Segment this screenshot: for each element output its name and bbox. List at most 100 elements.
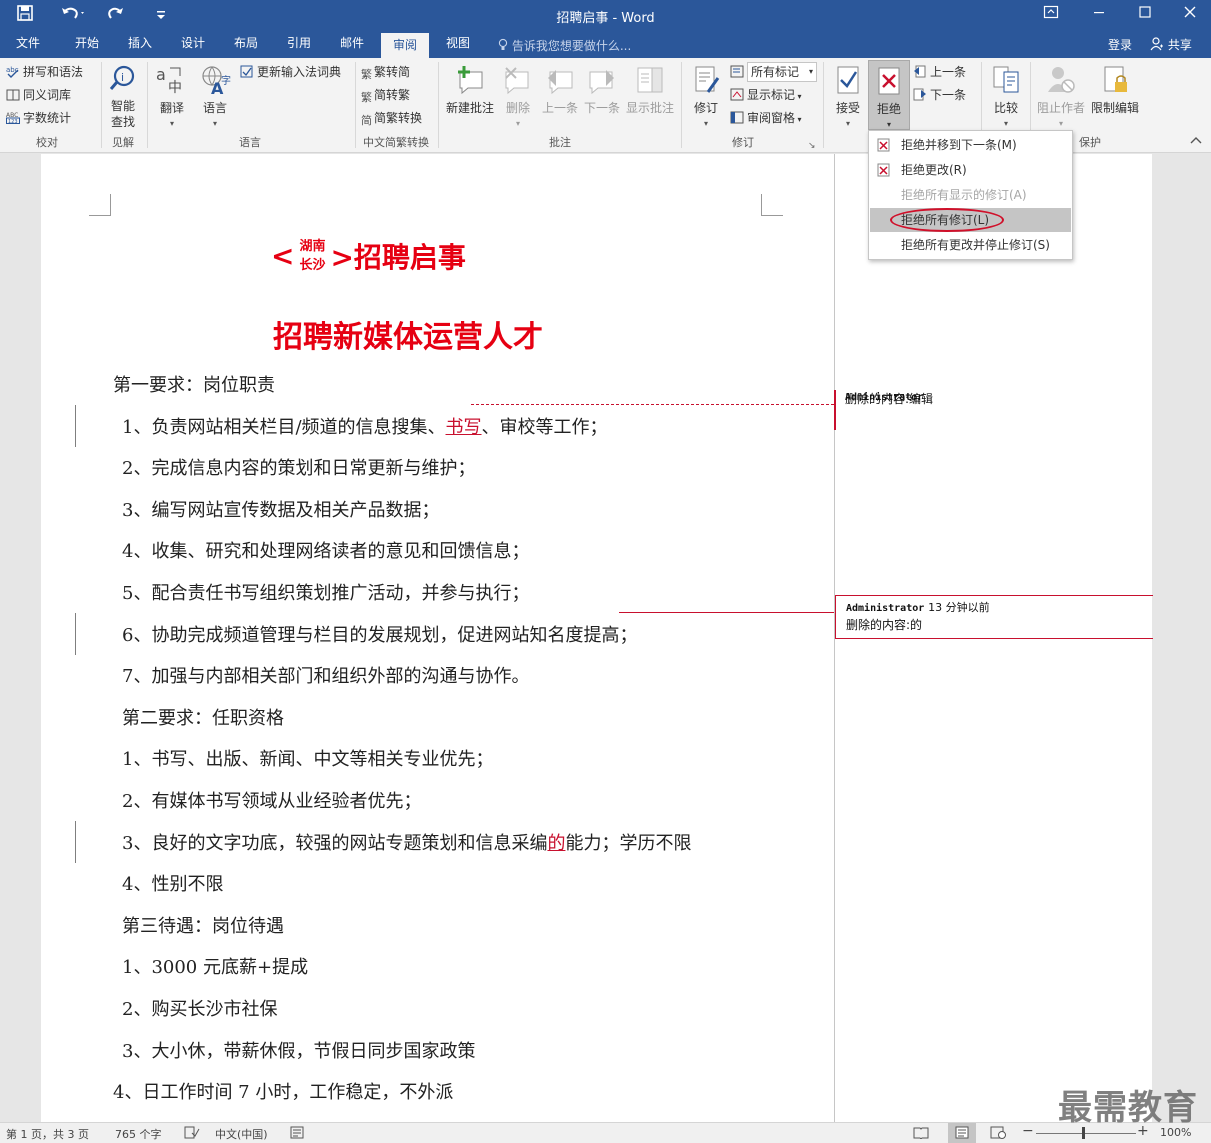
reviewing-pane-button[interactable]: 审阅窗格 ▾ bbox=[730, 110, 802, 128]
body-line[interactable]: 4、性别不限 bbox=[122, 873, 223, 897]
next-change-button[interactable]: 下一条 bbox=[913, 87, 966, 103]
compare-label: 比较 bbox=[993, 101, 1018, 115]
update-ime-dictionary-button[interactable]: 更新输入法词典 bbox=[240, 64, 341, 80]
markup-display-select[interactable]: 所有标记 ▾ bbox=[730, 62, 817, 82]
traditional-to-simplified-button[interactable]: 繁繁转简 bbox=[361, 64, 410, 81]
language-button[interactable]: A字 语言 ▾ bbox=[196, 64, 234, 132]
body-line[interactable]: 3、大小休，带薪休假，节假日同步国家政策 bbox=[122, 1040, 475, 1064]
zoom-slider-track[interactable] bbox=[1036, 1133, 1136, 1134]
block-authors-button[interactable]: 阻止作者 ▾ bbox=[1036, 64, 1086, 132]
word-count[interactable]: 765 个字 bbox=[115, 1126, 162, 1142]
web-layout-icon[interactable] bbox=[990, 1126, 1006, 1142]
minimize-icon[interactable] bbox=[1091, 4, 1107, 26]
tab-home[interactable]: 开始 bbox=[75, 36, 99, 58]
smart-lookup-button[interactable]: i 智能 查找 bbox=[105, 64, 141, 132]
collapse-ribbon-icon[interactable] bbox=[1190, 134, 1202, 150]
chinese-conversion-button[interactable]: 简简繁转换 bbox=[361, 110, 422, 127]
print-layout-icon[interactable] bbox=[948, 1123, 976, 1143]
track-dropdown-icon[interactable]: ▾ bbox=[688, 116, 724, 132]
menu-reject-all-stop-tracking[interactable]: 拒绝所有更改并停止修订(S) bbox=[870, 233, 1071, 257]
page-count[interactable]: 第 1 页，共 3 页 bbox=[6, 1126, 89, 1142]
close-icon[interactable] bbox=[1182, 4, 1198, 26]
menu-reject-and-move-next[interactable]: 拒绝并移到下一条(M) bbox=[870, 133, 1071, 157]
body-line[interactable]: 1、3000 元底薪+提成 bbox=[122, 956, 308, 980]
body-line[interactable]: 第一要求：岗位职责 bbox=[113, 374, 275, 398]
previous-comment-button[interactable]: 上一条 bbox=[540, 64, 580, 116]
word-count-button[interactable]: ABC 123 字数统计 bbox=[6, 110, 71, 126]
menu-label: 拒绝并移到下一条(M) bbox=[901, 138, 1017, 152]
body-line[interactable]: 第二要求：任职资格 bbox=[122, 707, 284, 731]
sign-in-link[interactable]: 登录 bbox=[1108, 36, 1132, 53]
share-button[interactable]: 共享 bbox=[1150, 36, 1192, 53]
delete-dropdown-icon[interactable]: ▾ bbox=[500, 116, 536, 132]
body-line[interactable]: 2、购买长沙市社保 bbox=[122, 998, 277, 1022]
tab-mailings[interactable]: 邮件 bbox=[340, 36, 364, 58]
language-dropdown-icon[interactable]: ▾ bbox=[196, 116, 234, 132]
proofing-status-icon[interactable] bbox=[184, 1126, 200, 1142]
language-status[interactable]: 中文(中国) bbox=[215, 1126, 268, 1142]
menu-reject-all-changes[interactable]: 拒绝所有修订(L) bbox=[870, 208, 1071, 232]
tab-view[interactable]: 视图 bbox=[446, 36, 470, 58]
next-comment-button[interactable]: 下一条 bbox=[582, 64, 622, 116]
translate-button[interactable]: a中 翻译 ▾ bbox=[153, 64, 191, 132]
body-line[interactable]: 1、书写、出版、新闻、中文等相关专业优先； bbox=[122, 748, 493, 772]
compare-button[interactable]: 比较 ▾ bbox=[988, 64, 1024, 132]
menu-reject-change[interactable]: 拒绝更改(R) bbox=[870, 158, 1071, 182]
group-chinese-label: 中文简繁转换 bbox=[363, 136, 429, 149]
read-mode-icon[interactable] bbox=[913, 1126, 929, 1142]
track-changes-button[interactable]: 修订 ▾ bbox=[688, 64, 724, 132]
new-comment-button[interactable]: 新建批注 bbox=[444, 64, 496, 116]
accept-button[interactable]: 接受 ▾ bbox=[830, 64, 866, 132]
body-line[interactable]: 3、良好的文字功底，较强的网站专题策划和信息采编的能力；学历不限 bbox=[122, 832, 691, 856]
show-markup-button[interactable]: 显示标记 ▾ bbox=[730, 87, 802, 105]
simplified-to-traditional-button[interactable]: 繁简转繁 bbox=[361, 87, 410, 104]
tab-layout[interactable]: 布局 bbox=[234, 36, 258, 58]
document-subtitle[interactable]: 招聘新媒体运营人才 bbox=[273, 312, 543, 356]
update-ime-label: 更新输入法词典 bbox=[257, 65, 342, 79]
show-comments-button[interactable]: 显示批注 bbox=[624, 64, 676, 116]
translate-label: 翻译 bbox=[159, 101, 184, 115]
inserted-text[interactable]: 书写 bbox=[446, 417, 482, 438]
spelling-grammar-button[interactable]: abc 拼写和语法 bbox=[6, 64, 83, 80]
body-line[interactable]: 4、日工作时间 7 小时，工作稳定，不外派 bbox=[113, 1081, 453, 1105]
macro-record-icon[interactable] bbox=[290, 1126, 304, 1142]
tab-insert[interactable]: 插入 bbox=[128, 36, 152, 58]
body-line[interactable]: 6、协助完成频道管理与栏目的发展规划，促进网站知名度提高； bbox=[122, 624, 637, 648]
next-change-label: 下一条 bbox=[930, 88, 967, 102]
thesaurus-button[interactable]: 同义词库 bbox=[6, 87, 71, 103]
reject-button[interactable]: 拒绝 ▾ bbox=[868, 60, 910, 130]
tab-references[interactable]: 引用 bbox=[287, 36, 311, 58]
maximize-icon[interactable] bbox=[1137, 4, 1153, 26]
balloon-connector bbox=[471, 404, 834, 405]
body-line[interactable]: 4、收集、研究和处理网络读者的意见和回馈信息； bbox=[122, 540, 529, 564]
ribbon-display-options-icon[interactable] bbox=[1043, 4, 1059, 26]
body-line[interactable]: 5、配合责任书写组织策划推广活动，并参与执行； bbox=[122, 582, 529, 606]
group-separator bbox=[355, 62, 356, 148]
restrict-editing-button[interactable]: 限制编辑 bbox=[1089, 64, 1141, 116]
body-line[interactable]: 第三待遇：岗位待遇 bbox=[122, 915, 284, 939]
reviewing-pane-label: 审阅窗格 bbox=[747, 111, 796, 125]
body-line[interactable]: 7、加强与内部相关部门和组织外部的沟通与协作。 bbox=[122, 665, 529, 689]
accept-dropdown-icon[interactable]: ▾ bbox=[830, 116, 866, 132]
tab-design[interactable]: 设计 bbox=[181, 36, 205, 58]
corner-mark-top-left bbox=[89, 194, 111, 216]
body-line[interactable]: 2、完成信息内容的策划和日常更新与维护； bbox=[122, 457, 475, 481]
revision-balloon[interactable]: Administrator 13 分钟以前 删除的内容:的 bbox=[835, 595, 1153, 639]
book-icon bbox=[6, 89, 20, 101]
zoom-out-button[interactable]: − bbox=[1022, 1123, 1034, 1139]
translate-dropdown-icon[interactable]: ▾ bbox=[153, 116, 191, 132]
delete-comment-button[interactable]: 删除 ▾ bbox=[500, 64, 536, 132]
previous-change-button[interactable]: 上一条 bbox=[913, 64, 966, 80]
menu-reject-all-shown[interactable]: 拒绝所有显示的修订(A) bbox=[870, 183, 1071, 207]
body-line[interactable]: 2、有媒体书写领域从业经验者优先； bbox=[122, 790, 421, 814]
body-line[interactable]: 3、编写网站宣传数据及相关产品数据； bbox=[122, 499, 439, 523]
tab-review[interactable]: 审阅 bbox=[381, 33, 430, 58]
document-title[interactable]: < 湖南 长沙 >招聘启事 bbox=[271, 236, 466, 284]
body-line[interactable]: 1、负责网站相关栏目/频道的信息搜集、书写、审校等工作； bbox=[122, 416, 608, 440]
tab-file[interactable]: 文件 bbox=[16, 36, 40, 58]
tracking-dialog-launcher-icon[interactable]: ↘ bbox=[808, 138, 816, 154]
inserted-text[interactable]: 的 bbox=[547, 833, 565, 854]
reject-label: 拒绝 bbox=[876, 102, 901, 116]
group-separator bbox=[101, 62, 102, 148]
tell-me-box[interactable]: 告诉我您想要做什么... bbox=[498, 37, 631, 54]
